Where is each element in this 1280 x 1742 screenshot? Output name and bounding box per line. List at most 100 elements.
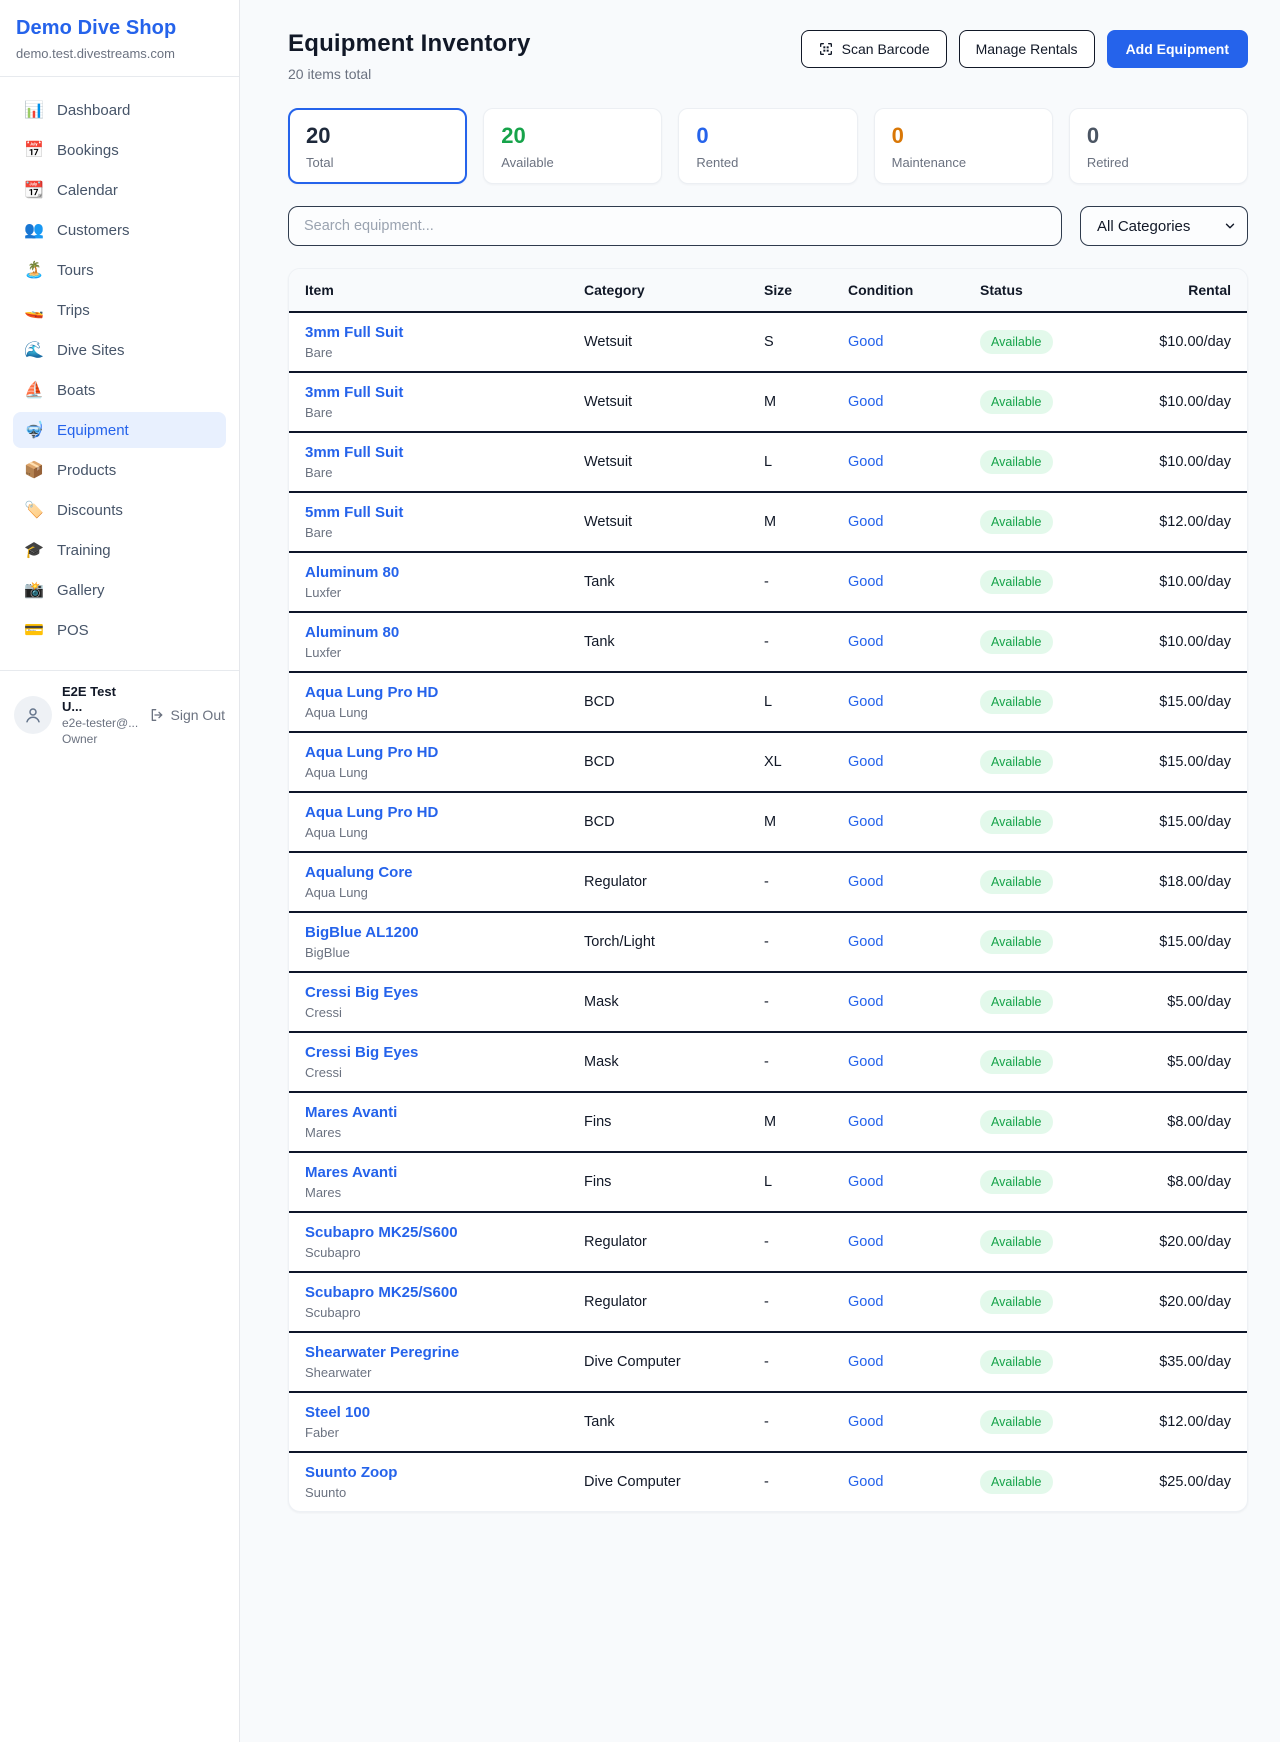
item-name-link[interactable]: Shearwater Peregrine: [305, 1344, 552, 1361]
item-name-link[interactable]: Aluminum 80: [305, 624, 552, 641]
category-cell: Dive Computer: [568, 1452, 748, 1511]
sidebar-header: Demo Dive Shop demo.test.divestreams.com: [0, 0, 239, 77]
item-name-link[interactable]: Steel 100: [305, 1404, 552, 1421]
condition-link[interactable]: Good: [848, 1294, 883, 1310]
stat-card-rented[interactable]: 0Rented: [678, 108, 857, 184]
item-name-link[interactable]: Mares Avanti: [305, 1104, 552, 1121]
sign-out-button[interactable]: Sign Out: [149, 707, 225, 723]
condition-link[interactable]: Good: [848, 1054, 883, 1070]
item-name-link[interactable]: Aqua Lung Pro HD: [305, 744, 552, 761]
condition-link[interactable]: Good: [848, 1234, 883, 1250]
item-name-link[interactable]: 3mm Full Suit: [305, 384, 552, 401]
rental-cell: $10.00/day: [1104, 372, 1247, 432]
item-cell: Scubapro MK25/S600Scubapro: [289, 1272, 568, 1332]
sidebar-item-products[interactable]: 📦Products: [13, 452, 226, 488]
condition-link[interactable]: Good: [848, 814, 883, 830]
condition-link[interactable]: Good: [848, 1414, 883, 1430]
size-cell: M: [748, 1092, 832, 1152]
stat-value: 0: [892, 124, 1035, 148]
status-badge: Available: [980, 930, 1053, 954]
sidebar-item-dive-sites[interactable]: 🌊Dive Sites: [13, 332, 226, 368]
category-cell: Mask: [568, 1032, 748, 1092]
condition-link[interactable]: Good: [848, 994, 883, 1010]
sidebar-item-pos[interactable]: 💳POS: [13, 612, 226, 648]
condition-link[interactable]: Good: [848, 454, 883, 470]
stat-card-retired[interactable]: 0Retired: [1069, 108, 1248, 184]
item-name-link[interactable]: Suunto Zoop: [305, 1464, 552, 1481]
status-cell: Available: [964, 312, 1104, 372]
item-name-link[interactable]: Aqua Lung Pro HD: [305, 804, 552, 821]
condition-cell: Good: [832, 1152, 964, 1212]
condition-link[interactable]: Good: [848, 1174, 883, 1190]
rental-cell: $18.00/day: [1104, 852, 1247, 912]
condition-link[interactable]: Good: [848, 874, 883, 890]
scan-barcode-button[interactable]: Scan Barcode: [801, 30, 947, 68]
sidebar-item-customers[interactable]: 👥Customers: [13, 212, 226, 248]
sidebar-item-tours[interactable]: 🏝️Tours: [13, 252, 226, 288]
condition-link[interactable]: Good: [848, 574, 883, 590]
equipment-table-card: ItemCategorySizeConditionStatusRental 3m…: [288, 268, 1248, 1512]
stat-card-total[interactable]: 20Total: [288, 108, 467, 184]
condition-link[interactable]: Good: [848, 934, 883, 950]
stat-card-maintenance[interactable]: 0Maintenance: [874, 108, 1053, 184]
condition-link[interactable]: Good: [848, 514, 883, 530]
size-cell: -: [748, 1392, 832, 1452]
calendar-date-icon: 📅: [24, 140, 44, 160]
sidebar-item-discounts[interactable]: 🏷️Discounts: [13, 492, 226, 528]
manage-rentals-button[interactable]: Manage Rentals: [959, 30, 1095, 68]
condition-link[interactable]: Good: [848, 754, 883, 770]
sidebar-item-calendar[interactable]: 📆Calendar: [13, 172, 226, 208]
condition-link[interactable]: Good: [848, 334, 883, 350]
scan-barcode-label: Scan Barcode: [842, 41, 930, 57]
item-name-link[interactable]: Cressi Big Eyes: [305, 984, 552, 1001]
condition-link[interactable]: Good: [848, 694, 883, 710]
condition-link[interactable]: Good: [848, 1114, 883, 1130]
item-name-link[interactable]: Aluminum 80: [305, 564, 552, 581]
item-cell: Cressi Big EyesCressi: [289, 1032, 568, 1092]
condition-link[interactable]: Good: [848, 634, 883, 650]
category-cell: Fins: [568, 1152, 748, 1212]
item-name-link[interactable]: Scubapro MK25/S600: [305, 1284, 552, 1301]
graduation-cap-icon: 🎓: [24, 540, 44, 560]
rental-cell: $8.00/day: [1104, 1152, 1247, 1212]
item-name-link[interactable]: Aqualung Core: [305, 864, 552, 881]
rental-cell: $5.00/day: [1104, 972, 1247, 1032]
item-name-link[interactable]: Scubapro MK25/S600: [305, 1224, 552, 1241]
sidebar-item-boats[interactable]: ⛵Boats: [13, 372, 226, 408]
category-select[interactable]: All Categories: [1080, 206, 1248, 246]
sidebar-item-gallery[interactable]: 📸Gallery: [13, 572, 226, 608]
sidebar-item-dashboard[interactable]: 📊Dashboard: [13, 92, 226, 128]
add-equipment-button[interactable]: Add Equipment: [1107, 30, 1248, 68]
item-cell: Steel 100Faber: [289, 1392, 568, 1452]
condition-cell: Good: [832, 912, 964, 972]
sidebar-item-label: Bookings: [57, 142, 119, 159]
condition-link[interactable]: Good: [848, 394, 883, 410]
status-badge: Available: [980, 990, 1053, 1014]
sidebar-item-training[interactable]: 🎓Training: [13, 532, 226, 568]
sidebar-item-equipment[interactable]: 🤿Equipment: [13, 412, 226, 448]
item-name-link[interactable]: Cressi Big Eyes: [305, 1044, 552, 1061]
sailboat-icon: ⛵: [24, 380, 44, 400]
table-row: Aqua Lung Pro HDAqua LungBCDMGoodAvailab…: [289, 792, 1247, 852]
search-input[interactable]: [288, 206, 1062, 246]
item-brand: Bare: [305, 465, 552, 480]
condition-link[interactable]: Good: [848, 1354, 883, 1370]
stat-card-available[interactable]: 20Available: [483, 108, 662, 184]
item-name-link[interactable]: 3mm Full Suit: [305, 324, 552, 341]
item-name-link[interactable]: 5mm Full Suit: [305, 504, 552, 521]
table-row: Scubapro MK25/S600ScubaproRegulator-Good…: [289, 1272, 1247, 1332]
status-badge: Available: [980, 1290, 1053, 1314]
item-name-link[interactable]: Aqua Lung Pro HD: [305, 684, 552, 701]
item-brand: Mares: [305, 1125, 552, 1140]
sidebar-item-trips[interactable]: 🚤Trips: [13, 292, 226, 328]
item-cell: 3mm Full SuitBare: [289, 372, 568, 432]
condition-link[interactable]: Good: [848, 1474, 883, 1490]
sidebar-item-bookings[interactable]: 📅 Bookings: [13, 132, 226, 168]
item-name-link[interactable]: BigBlue AL1200: [305, 924, 552, 941]
stats-row: 20Total20Available0Rented0Maintenance0Re…: [288, 108, 1248, 184]
user-name: E2E Test U...: [62, 684, 139, 714]
item-name-link[interactable]: 3mm Full Suit: [305, 444, 552, 461]
item-name-link[interactable]: Mares Avanti: [305, 1164, 552, 1181]
size-cell: -: [748, 1452, 832, 1511]
table-row: Cressi Big EyesCressiMask-GoodAvailable$…: [289, 972, 1247, 1032]
